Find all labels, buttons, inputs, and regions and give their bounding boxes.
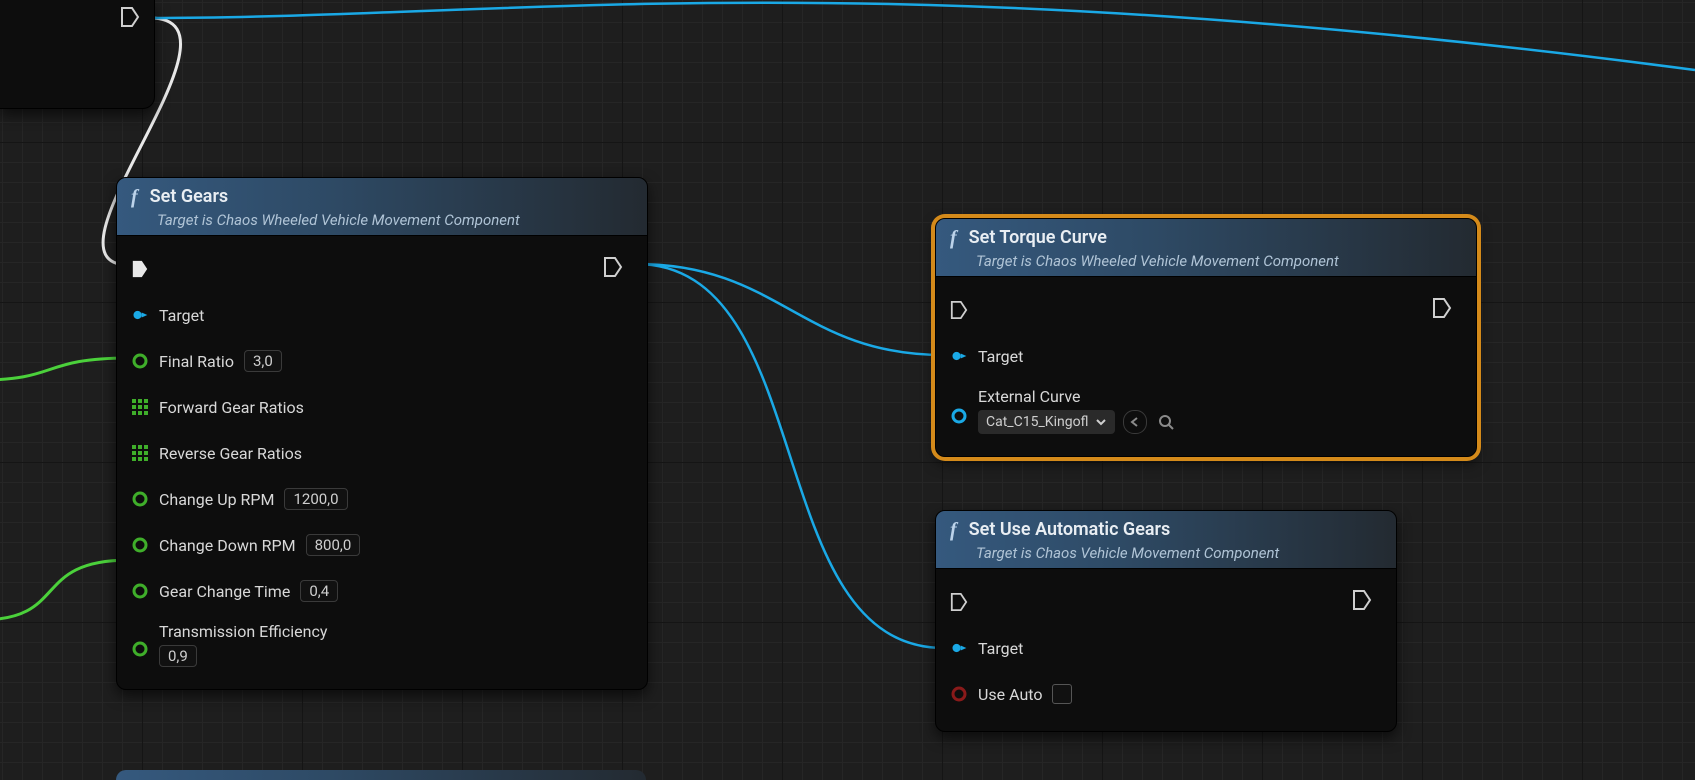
pin-label: Forward Gear Ratios — [159, 398, 304, 417]
exec-row — [131, 246, 633, 292]
object-pin-icon — [950, 347, 968, 365]
node-set-torque-curve[interactable]: f Set Torque Curve Target is Chaos Wheel… — [935, 218, 1477, 457]
function-icon: f — [950, 227, 957, 249]
pin-label: Final Ratio — [159, 352, 234, 371]
pin-value-input[interactable]: 800,0 — [306, 534, 361, 556]
pin-use-auto[interactable]: Use Auto — [950, 671, 1382, 717]
exec-in-pin[interactable] — [950, 593, 968, 611]
pin-forward-gear-ratios[interactable]: Forward Gear Ratios — [131, 384, 633, 430]
node-header[interactable]: f Set Use Automatic Gears Target is Chao… — [936, 511, 1396, 569]
pin-value-input[interactable]: 0,4 — [300, 580, 338, 602]
pin-gear-change-time[interactable]: Gear Change Time 0,4 — [131, 568, 633, 614]
object-pin-hollow-icon — [950, 407, 968, 425]
float-pin-icon — [131, 490, 149, 508]
object-pin-icon — [131, 306, 149, 324]
node-body: Target Use Auto — [936, 569, 1396, 731]
pin-target[interactable]: Target — [950, 333, 1462, 379]
asset-picker-value: Cat_C15_Kingofl — [986, 414, 1089, 430]
exec-in-pin[interactable] — [950, 301, 968, 319]
node-header[interactable]: f Set Gears Target is Chaos Wheeled Vehi… — [117, 178, 647, 236]
exec-out-pin[interactable] — [120, 6, 140, 32]
pin-target[interactable]: Target — [131, 292, 633, 338]
pin-final-ratio[interactable]: Final Ratio 3,0 — [131, 338, 633, 384]
pin-value-input[interactable]: 0,9 — [159, 645, 197, 667]
pin-label: Change Up RPM — [159, 490, 274, 509]
use-selected-asset-button[interactable] — [1123, 410, 1147, 434]
float-pin-icon — [131, 352, 149, 370]
exec-out-pin[interactable] — [1432, 297, 1452, 323]
pin-change-up-rpm[interactable]: Change Up RPM 1200,0 — [131, 476, 633, 522]
pin-label: Transmission Efficiency — [159, 622, 327, 641]
pin-label: Target — [159, 306, 204, 325]
pin-label: Use Auto — [978, 685, 1042, 704]
offscreen-node-fragment[interactable] — [0, 0, 155, 109]
pin-label: Target — [978, 639, 1023, 658]
array-pin-icon — [131, 444, 149, 462]
node-header[interactable]: f Set Torque Curve Target is Chaos Wheel… — [936, 219, 1476, 277]
arrow-left-icon — [1129, 416, 1141, 428]
pin-reverse-gear-ratios[interactable]: Reverse Gear Ratios — [131, 430, 633, 476]
pin-label: Change Down RPM — [159, 536, 296, 555]
chevron-down-icon — [1095, 416, 1107, 428]
function-icon: f — [131, 186, 138, 208]
function-icon: f — [950, 519, 957, 541]
node-title: Set Gears — [150, 186, 229, 207]
node-subtitle: Target is Chaos Vehicle Movement Compone… — [950, 544, 1382, 562]
pin-change-down-rpm[interactable]: Change Down RPM 800,0 — [131, 522, 633, 568]
exec-in-pin[interactable] — [131, 260, 149, 278]
pin-target[interactable]: Target — [950, 625, 1382, 671]
node-subtitle: Target is Chaos Wheeled Vehicle Movement… — [131, 211, 633, 229]
array-pin-icon — [131, 398, 149, 416]
exec-row — [950, 579, 1382, 625]
browse-to-asset-button[interactable] — [1155, 411, 1177, 433]
pin-value-input[interactable]: 1200,0 — [284, 488, 347, 510]
exec-row — [950, 287, 1462, 333]
node-set-gears[interactable]: f Set Gears Target is Chaos Wheeled Vehi… — [116, 177, 648, 690]
node-subtitle: Target is Chaos Wheeled Vehicle Movement… — [950, 252, 1462, 270]
bool-pin-icon — [950, 685, 968, 703]
pin-label: Target — [978, 347, 1023, 366]
pin-label: External Curve — [978, 387, 1177, 406]
float-pin-icon — [131, 536, 149, 554]
search-icon — [1158, 414, 1174, 430]
pin-external-curve[interactable]: External Curve Cat_C15_Kingofl — [950, 379, 1462, 442]
pin-label: Gear Change Time — [159, 582, 290, 601]
pin-label: Reverse Gear Ratios — [159, 444, 302, 463]
pin-transmission-efficiency[interactable]: Transmission Efficiency 0,9 — [131, 614, 633, 675]
asset-picker-dropdown[interactable]: Cat_C15_Kingofl — [978, 410, 1115, 434]
node-set-use-automatic-gears[interactable]: f Set Use Automatic Gears Target is Chao… — [935, 510, 1397, 732]
node-body: Target Final Ratio 3,0 Forward Gear Rati… — [117, 236, 647, 689]
float-pin-icon — [131, 582, 149, 600]
offscreen-node-header-fragment[interactable] — [116, 770, 646, 780]
exec-out-pin[interactable] — [603, 256, 623, 282]
node-body: Target External Curve Cat_C15_Kingofl — [936, 277, 1476, 456]
float-pin-icon — [131, 640, 149, 658]
object-pin-icon — [950, 639, 968, 657]
node-title: Set Use Automatic Gears — [969, 519, 1171, 540]
node-title: Set Torque Curve — [969, 227, 1107, 248]
bool-checkbox[interactable] — [1052, 684, 1072, 704]
exec-out-pin[interactable] — [1352, 589, 1372, 615]
pin-value-input[interactable]: 3,0 — [244, 350, 282, 372]
